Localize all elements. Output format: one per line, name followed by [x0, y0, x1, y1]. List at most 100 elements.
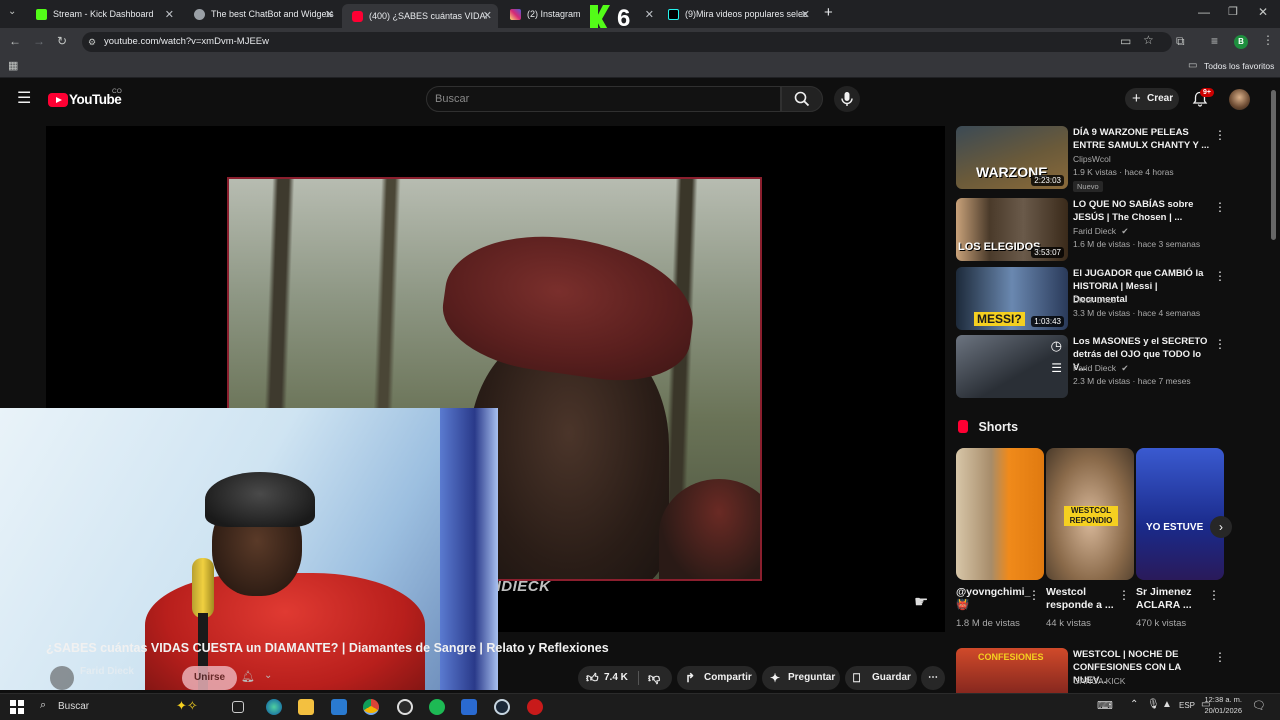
- obs-icon[interactable]: [397, 699, 413, 715]
- short-thumbnail[interactable]: YO ESTUVE: [1136, 448, 1224, 580]
- reload-icon[interactable]: ↻: [57, 34, 67, 48]
- video-thumbnail[interactable]: CONFESIONES: [956, 648, 1068, 693]
- chrome-icon[interactable]: [363, 699, 379, 715]
- bookmark-star-icon[interactable]: ☆: [1143, 33, 1154, 47]
- url-field[interactable]: ⚙ youtube.com/watch?v=xmDvm-MJEEw: [82, 32, 1172, 52]
- tab-chatbot[interactable]: The best ChatBot and Widgets ✕: [184, 3, 340, 25]
- dislike-button[interactable]: 👎︎: [640, 666, 672, 690]
- language-indicator[interactable]: ESP: [1179, 701, 1195, 710]
- recommendation-channel[interactable]: ClipsWcol: [1073, 154, 1111, 164]
- new-tab-button[interactable]: +: [824, 4, 833, 21]
- reading-list-icon[interactable]: ≡: [1211, 34, 1218, 48]
- subscribe-bell-icon[interactable]: 🔔︎: [241, 670, 255, 683]
- close-icon[interactable]: ✕: [801, 8, 810, 21]
- cast-icon[interactable]: ▭: [1120, 34, 1131, 48]
- more-vertical-icon[interactable]: ⋮: [1118, 588, 1130, 602]
- more-vertical-icon[interactable]: ⋮: [1214, 337, 1226, 351]
- app-icon[interactable]: [527, 699, 543, 715]
- recommendation-item[interactable]: CONFESIONES WESTCOL | NOCHE DE CONFESION…: [956, 648, 1266, 693]
- account-avatar[interactable]: [1229, 89, 1250, 110]
- wifi-icon[interactable]: ▲: [1162, 699, 1172, 710]
- notifications-button[interactable]: 9+: [1192, 88, 1214, 109]
- tab-youtube[interactable]: (400) ¿SABES cuántas VIDAS CU ✕: [342, 4, 498, 28]
- recommendation-item[interactable]: ◷ ☰ Los MASONES y el SECRETO detrás del …: [956, 335, 1266, 399]
- recommendation-item[interactable]: WARZONE 2:23:03 DÍA 9 WARZONE PELEAS ENT…: [956, 126, 1266, 192]
- like-button[interactable]: 👍︎ 7.4 K: [578, 666, 636, 690]
- search-input[interactable]: Buscar: [426, 86, 781, 112]
- close-icon[interactable]: ✕: [483, 9, 492, 22]
- taskbar-search[interactable]: ⌕ Buscar ✦✧: [34, 696, 220, 718]
- apps-grid-icon[interactable]: ▦: [8, 59, 18, 72]
- ask-button[interactable]: ✦ Preguntar: [762, 666, 840, 690]
- chevron-up-icon[interactable]: ⌃: [1130, 699, 1138, 710]
- more-vertical-icon[interactable]: ⋮: [1208, 588, 1220, 602]
- steam-icon[interactable]: [494, 699, 510, 715]
- close-icon[interactable]: ✕: [325, 8, 334, 21]
- search-button[interactable]: [781, 86, 823, 112]
- more-vertical-icon[interactable]: ⋮: [1214, 650, 1226, 664]
- short-title[interactable]: @yovngchimi_ 👹: [956, 586, 1032, 612]
- more-vertical-icon[interactable]: ⋮: [1028, 588, 1040, 602]
- more-vertical-icon[interactable]: ⋮: [1214, 200, 1226, 214]
- notification-center-icon[interactable]: 🗨︎: [1252, 699, 1266, 712]
- video-thumbnail[interactable]: MESSI? 1:03:43: [956, 267, 1068, 330]
- chevron-down-icon[interactable]: ⌄: [264, 670, 272, 681]
- microphone-icon[interactable]: 🎙︎: [1147, 699, 1160, 710]
- tab-search-icon[interactable]: ⌄: [8, 6, 16, 17]
- save-button[interactable]: ⎕ Guardar: [845, 666, 917, 690]
- voice-search-button[interactable]: [834, 86, 860, 112]
- back-arrow-icon[interactable]: ←: [9, 34, 21, 48]
- watch-later-icon[interactable]: ◷: [1051, 338, 1062, 354]
- tab-instagram[interactable]: (2) Instagram ✕: [500, 3, 660, 25]
- short-title[interactable]: Westcol responde a ...: [1046, 586, 1122, 612]
- file-explorer-icon[interactable]: [298, 699, 314, 715]
- hamburger-menu-icon[interactable]: ☰: [17, 91, 31, 107]
- maximize-button[interactable]: ❐: [1228, 5, 1238, 18]
- share-button[interactable]: ↱ Compartir: [677, 666, 757, 690]
- forward-arrow-icon[interactable]: →: [33, 34, 45, 48]
- tab-kick[interactable]: Stream - Kick Dashboard ✕: [26, 3, 180, 25]
- close-icon[interactable]: ✕: [165, 8, 174, 21]
- more-vertical-icon[interactable]: ⋮: [1214, 269, 1226, 283]
- all-bookmarks-label[interactable]: Todos los favoritos: [1204, 61, 1274, 71]
- close-window-button[interactable]: ✕: [1258, 5, 1268, 19]
- recommendation-channel[interactable]: Farid Dieck ✔︎: [1073, 226, 1128, 237]
- channel-name[interactable]: Farid Dieck: [80, 666, 134, 677]
- tab-tiktok[interactable]: (9)Mira videos populares selecc ✕: [658, 3, 816, 25]
- chrome-menu-icon[interactable]: ⋮: [1262, 33, 1274, 47]
- channel-avatar[interactable]: [50, 666, 74, 690]
- recommendation-item[interactable]: LOS ELEGIDOS 3:53:07 LO QUE NO SABÍAS so…: [956, 198, 1266, 262]
- minimize-button[interactable]: —: [1198, 5, 1210, 19]
- short-thumbnail[interactable]: WESTCOL REPONDIO: [1046, 448, 1134, 580]
- page-scrollbar[interactable]: [1271, 90, 1276, 240]
- recommendation-title[interactable]: LO QUE NO SABÍAS sobre JESÚS | The Chose…: [1073, 198, 1213, 224]
- store-icon[interactable]: [331, 699, 347, 715]
- join-button[interactable]: Unirse: [182, 666, 238, 690]
- edge-icon[interactable]: [266, 699, 282, 715]
- task-view-icon[interactable]: [232, 701, 244, 713]
- more-vertical-icon[interactable]: ⋮: [1214, 128, 1226, 142]
- more-actions-button[interactable]: ⋯: [921, 666, 945, 690]
- short-title[interactable]: Sr Jimenez ACLARA ...: [1136, 586, 1212, 612]
- recommendation-item[interactable]: MESSI? 1:03:43 El JUGADOR que CAMBIÓ la …: [956, 267, 1266, 331]
- video-thumbnail[interactable]: LOS ELEGIDOS 3:53:07: [956, 198, 1068, 261]
- spotify-icon[interactable]: [429, 699, 445, 715]
- clock-time[interactable]: 12:38 a. m.: [1202, 695, 1242, 704]
- extensions-icon[interactable]: ⧉: [1176, 34, 1185, 49]
- recommendation-channel[interactable]: Farid Dieck ✔︎: [1073, 363, 1128, 374]
- clock-date[interactable]: 20/01/2026: [1198, 706, 1242, 715]
- calculator-icon[interactable]: [461, 699, 477, 715]
- recommendation-channel[interactable]: GANGA KICK: [1073, 676, 1125, 686]
- video-thumbnail[interactable]: WARZONE 2:23:03: [956, 126, 1068, 189]
- video-thumbnail[interactable]: ◷ ☰: [956, 335, 1068, 398]
- close-icon[interactable]: ✕: [645, 8, 654, 21]
- recommendation-channel[interactable]: Dieck Docs: [1073, 295, 1116, 305]
- profile-avatar[interactable]: B: [1234, 35, 1248, 49]
- add-to-queue-icon[interactable]: ☰: [1051, 361, 1062, 375]
- short-thumbnail[interactable]: [956, 448, 1044, 580]
- create-button[interactable]: + Crear: [1125, 88, 1179, 110]
- recommendation-title[interactable]: DÍA 9 WARZONE PELEAS ENTRE SAMULX CHANTY…: [1073, 126, 1213, 152]
- site-info-icon[interactable]: ⚙: [88, 32, 96, 52]
- keyboard-icon[interactable]: ⌨: [1097, 699, 1113, 712]
- shorts-next-button[interactable]: ›: [1210, 516, 1232, 538]
